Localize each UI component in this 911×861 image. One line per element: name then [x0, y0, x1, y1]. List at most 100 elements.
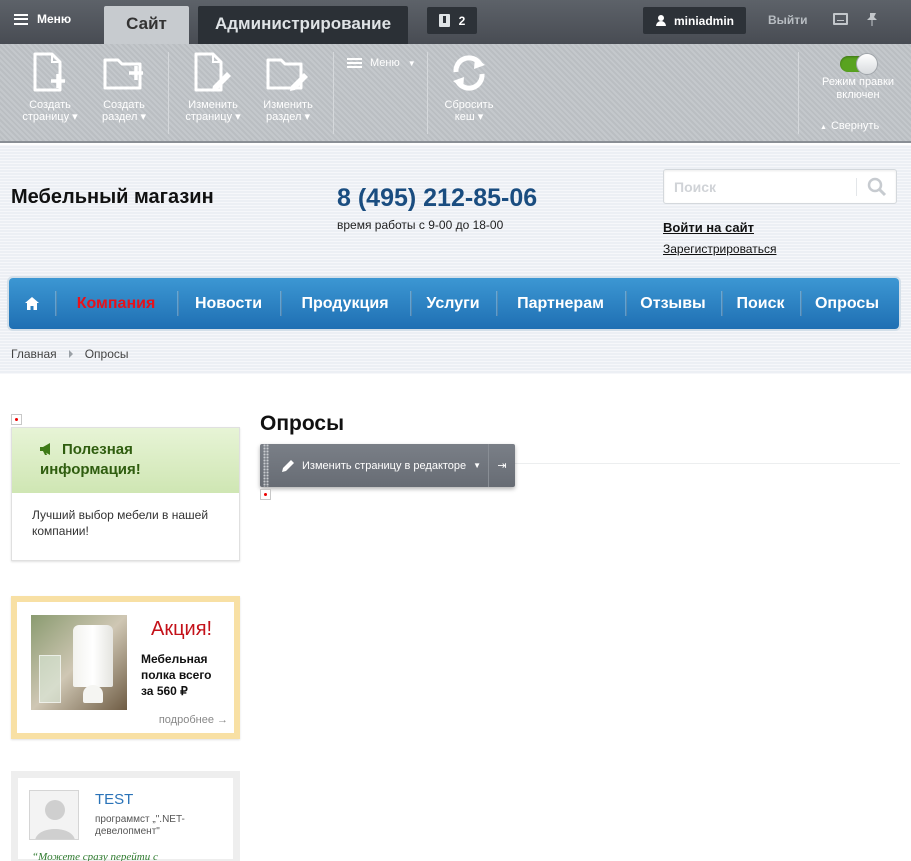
- nav-products[interactable]: Продукция: [280, 278, 410, 329]
- login-link[interactable]: Войти на сайт: [663, 220, 754, 235]
- new-page-icon: [33, 52, 65, 92]
- nav-news[interactable]: Новости: [177, 278, 280, 329]
- promo-text: Мебельная полка всего за 560 ₽: [141, 652, 212, 698]
- edit-page-button[interactable]: Изменить страницу ▾: [180, 52, 246, 123]
- edit-mode-label-2: включен: [836, 89, 880, 101]
- edit-area-marker-icon[interactable]: [260, 489, 271, 500]
- create-page-label-1: Создать: [29, 99, 71, 111]
- page-title: Опросы: [260, 412, 345, 435]
- edit-mode-label-1: Режим правки: [822, 76, 894, 88]
- toolbar-separator: [333, 52, 334, 134]
- edit-page-label-2: страницу ▾: [185, 111, 241, 123]
- info-block-title: Полезная информация!: [40, 441, 141, 478]
- search-icon[interactable]: [867, 177, 887, 197]
- pin-toolbar-icon[interactable]: ⇥: [488, 444, 515, 487]
- user-icon: [656, 15, 666, 26]
- nav-search[interactable]: Поиск: [721, 278, 800, 329]
- reset-cache-button[interactable]: Сбросить кеш ▾: [436, 52, 502, 123]
- create-page-button[interactable]: Создать страницу ▾: [17, 52, 83, 123]
- info-block: Полезная информация! Лучший выбор мебели…: [11, 427, 240, 561]
- promo-title: Акция!: [151, 618, 213, 640]
- toolbar-separator: [427, 52, 428, 134]
- breadcrumb-current: Опросы: [84, 347, 129, 361]
- edit-folder-icon: [266, 58, 308, 91]
- promo-block[interactable]: Акция! Мебельная полка всего за 560 ₽ по…: [11, 596, 240, 739]
- create-section-label-2: раздел ▾: [101, 111, 147, 123]
- edit-section-label-2: раздел ▾: [265, 111, 311, 123]
- info-block-text: Лучший выбор мебели в нашей компании!: [32, 508, 209, 538]
- search-divider: [856, 178, 857, 196]
- edit-section-button[interactable]: Изменить раздел ▾: [255, 52, 321, 123]
- edit-area-marker-icon[interactable]: [11, 414, 22, 425]
- new-folder-icon: [103, 58, 143, 90]
- review-author[interactable]: TEST: [95, 791, 133, 808]
- pencil-icon: [282, 459, 294, 472]
- phone-number: 8 (495) 212-85-06: [337, 184, 538, 212]
- avatar: [29, 790, 79, 840]
- review-block: TEST программст „".NET-девелопмент" “Мож…: [11, 771, 240, 861]
- info-icon: [438, 14, 450, 27]
- hamburger-icon: [14, 13, 28, 25]
- nav-reviews[interactable]: Отзывы: [625, 278, 721, 329]
- nav-home[interactable]: [9, 278, 55, 329]
- breadcrumb: Главная Опросы: [11, 347, 129, 361]
- toolbar-menu-label: Меню: [370, 57, 400, 69]
- page-edit-toolbar: Изменить страницу в редакторе ▼ ⇥: [260, 444, 515, 487]
- info-block-header: Полезная информация!: [12, 428, 239, 493]
- drag-handle-icon[interactable]: [263, 444, 269, 487]
- promo-more-link[interactable]: подробнее →: [159, 714, 228, 726]
- collapse-label: Свернуть: [830, 120, 880, 132]
- create-page-label-2: страницу ▾: [22, 111, 78, 123]
- admin-menu-button[interactable]: Меню: [14, 12, 71, 26]
- keyboard-icon[interactable]: [833, 13, 848, 25]
- edit-page-label-1: Изменить: [188, 99, 238, 111]
- working-hours: время работы с 9-00 до 18-00: [337, 218, 504, 232]
- promo-image[interactable]: [31, 615, 127, 710]
- reset-cache-label-1: Сбросить: [444, 99, 494, 111]
- tab-administration[interactable]: Администрирование: [198, 6, 408, 44]
- review-author-role: программст „".NET-девелопмент": [95, 814, 185, 837]
- breadcrumb-home[interactable]: Главная: [11, 347, 57, 361]
- nav-services[interactable]: Услуги: [410, 278, 496, 329]
- search-input[interactable]: [674, 177, 854, 197]
- home-icon: [25, 297, 39, 310]
- user-name: miniadmin: [674, 13, 735, 28]
- list-icon: [347, 58, 362, 68]
- refresh-icon: [453, 55, 485, 91]
- nav-partners[interactable]: Партнерам: [496, 278, 625, 329]
- site-logo[interactable]: Мебельный магазин: [11, 186, 214, 209]
- search-box: [663, 169, 897, 204]
- toggle-switch[interactable]: [840, 53, 878, 75]
- tab-site[interactable]: Сайт: [104, 6, 189, 44]
- edit-section-label-1: Изменить: [263, 99, 313, 111]
- edit-in-editor-label: Изменить страницу в редакторе: [302, 459, 467, 472]
- create-section-button[interactable]: Создать раздел ▾: [91, 52, 157, 123]
- admin-top-bar: Меню Сайт Администрирование 2 miniadmin …: [0, 0, 911, 44]
- caret-up-icon: ▲: [820, 124, 827, 131]
- admin-menu-label: Меню: [37, 12, 72, 26]
- collapse-button[interactable]: ▲ Свернуть: [820, 120, 879, 132]
- reset-cache-label-2: кеш ▾: [454, 111, 484, 123]
- notifications-count: 2: [458, 13, 466, 28]
- edit-mode-toggle[interactable]: Режим правки включен: [812, 53, 904, 102]
- pin-icon[interactable]: [866, 12, 878, 26]
- megaphone-icon: [40, 443, 50, 455]
- user-button[interactable]: miniadmin: [643, 7, 746, 34]
- main-navigation: Компания Новости Продукция Услуги Партне…: [9, 278, 899, 329]
- toolbar-separator: [798, 52, 799, 134]
- nav-polls[interactable]: Опросы: [800, 278, 894, 329]
- notifications-button[interactable]: 2: [427, 7, 477, 34]
- toolbar-menu-button[interactable]: Меню ▼: [347, 57, 416, 69]
- register-link[interactable]: Зарегистрироваться: [663, 242, 776, 256]
- edit-in-editor-button[interactable]: Изменить страницу в редакторе ▼: [281, 459, 491, 473]
- logout-link[interactable]: Выйти: [768, 13, 808, 27]
- caret-down-icon: ▼: [407, 58, 416, 68]
- review-quote: “Можете сразу перейти с: [32, 851, 158, 861]
- caret-down-icon: ▼: [473, 461, 482, 470]
- breadcrumb-separator-icon: [68, 350, 73, 358]
- create-section-label-1: Создать: [103, 99, 145, 111]
- user-placeholder-icon: [35, 800, 75, 839]
- nav-company[interactable]: Компания: [55, 278, 177, 329]
- admin-toolbar: Создать страницу ▾ Создать раздел ▾ Изме…: [0, 44, 911, 143]
- toolbar-separator: [168, 52, 169, 134]
